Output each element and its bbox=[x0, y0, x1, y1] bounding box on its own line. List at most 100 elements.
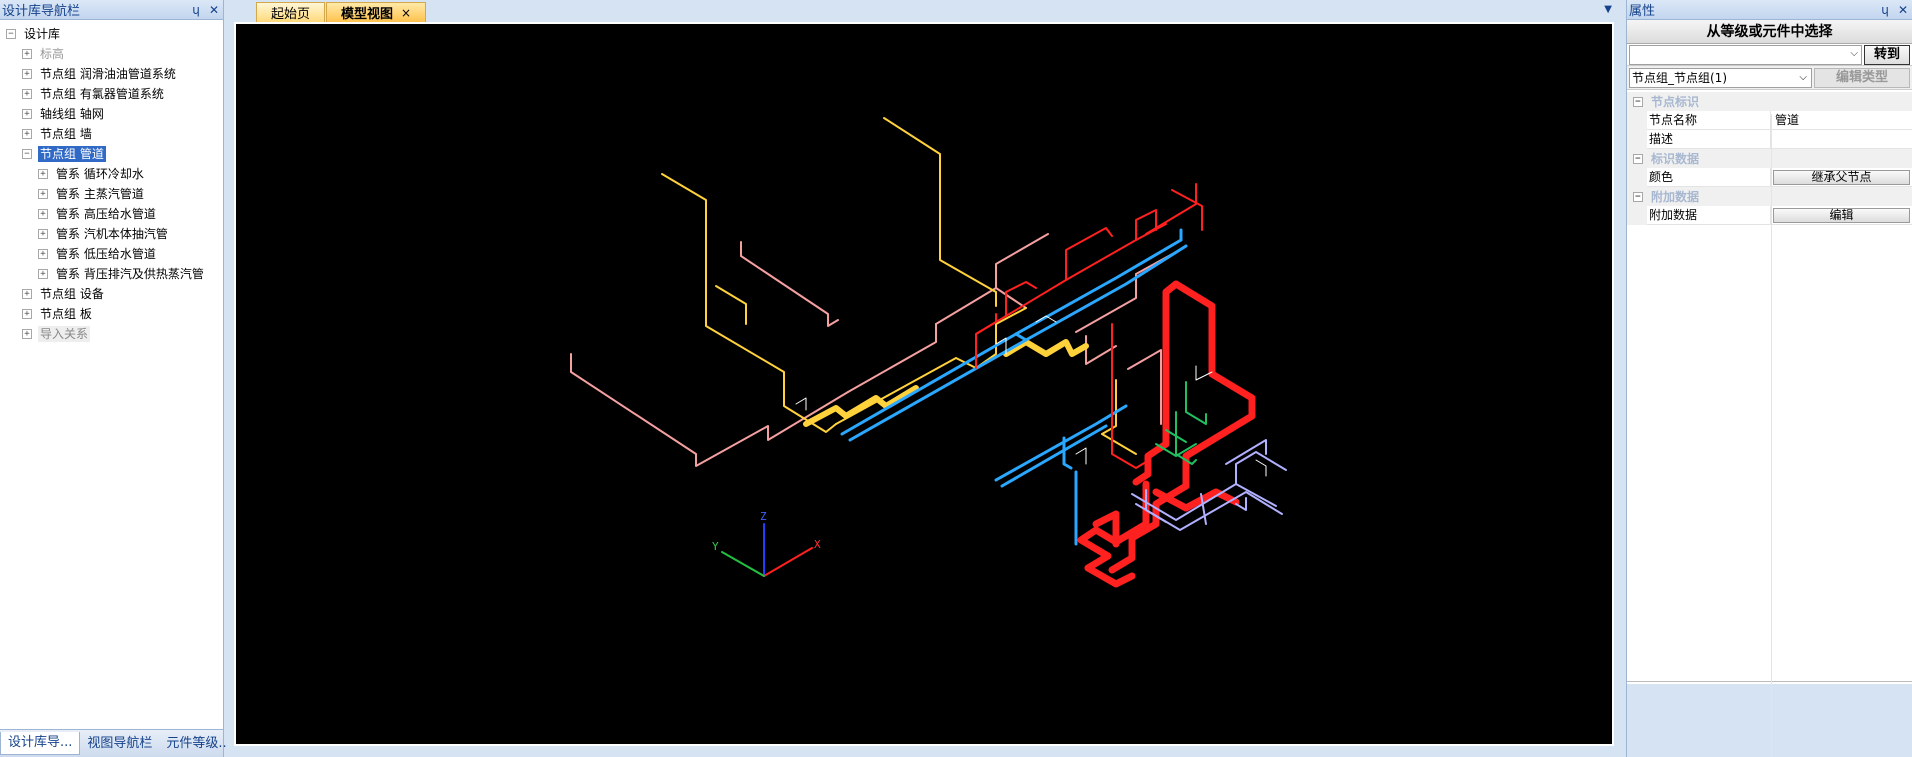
expand-icon[interactable]: + bbox=[22, 289, 32, 299]
property-row-gutter bbox=[1627, 129, 1647, 149]
tree-item[interactable]: + 节点组 设备 bbox=[0, 284, 223, 304]
type-selector[interactable]: 节点组_节点组(1) ⌵ bbox=[1629, 67, 1812, 88]
expand-icon[interactable]: + bbox=[22, 329, 32, 339]
tree-item[interactable]: + 标高 bbox=[0, 44, 223, 64]
property-row: 颜色 继承父节点 bbox=[1627, 167, 1912, 187]
property-description-area bbox=[1627, 684, 1912, 757]
expand-icon[interactable]: + bbox=[22, 49, 32, 59]
edit-type-button[interactable]: 编辑类型 bbox=[1814, 67, 1910, 88]
low-pressure-feed-pipes bbox=[840, 228, 1188, 546]
tree-item-label: 节点组 管道 bbox=[38, 146, 106, 162]
tree-item[interactable]: + 导入关系 bbox=[0, 324, 223, 344]
chevron-down-icon: ⌵ bbox=[1850, 47, 1858, 59]
tree-item[interactable]: + 管系 汽机本体抽汽管 bbox=[0, 224, 223, 244]
tree-item[interactable]: + 管系 高压给水管道 bbox=[0, 204, 223, 224]
close-icon[interactable]: ✕ bbox=[1894, 3, 1912, 17]
expand-icon[interactable]: + bbox=[38, 269, 48, 279]
tree-item[interactable]: + 节点组 板 bbox=[0, 304, 223, 324]
element-combo[interactable]: ⌵ bbox=[1629, 44, 1862, 65]
tree-item[interactable]: + 节点组 润滑油油管道系统 bbox=[0, 64, 223, 84]
pin-icon[interactable]: ɥ bbox=[187, 3, 205, 17]
high-pressure-feed-thick bbox=[803, 339, 1089, 427]
property-value-button[interactable]: 编辑 bbox=[1773, 207, 1910, 223]
property-category-label: 节点标识 bbox=[1651, 95, 1700, 109]
property-row-gutter bbox=[1627, 205, 1647, 225]
navigator-tab[interactable]: 视图导航栏 bbox=[80, 733, 159, 755]
tree-item-label: 设计库 bbox=[24, 27, 61, 41]
collapse-icon[interactable]: − bbox=[22, 149, 32, 159]
tree-item[interactable]: − 节点组 管道 bbox=[0, 144, 223, 164]
property-row-gutter bbox=[1627, 110, 1647, 130]
tree-item-label: 管系 背压排汽及供热蒸汽管 bbox=[56, 267, 204, 281]
property-value[interactable]: 管道 bbox=[1771, 111, 1912, 130]
tree-item-label: 管系 低压给水管道 bbox=[56, 247, 156, 261]
tree-item[interactable]: + 管系 主蒸汽管道 bbox=[0, 184, 223, 204]
type-row: 节点组_节点组(1) ⌵ 编辑类型 bbox=[1627, 66, 1912, 90]
chevron-down-icon[interactable]: ▼ bbox=[1604, 4, 1612, 15]
expand-icon[interactable]: + bbox=[38, 169, 48, 179]
tree-item[interactable]: + 节点组 墙 bbox=[0, 124, 223, 144]
main-steam-thick bbox=[1077, 280, 1256, 588]
collapse-icon[interactable]: − bbox=[1633, 191, 1643, 202]
tree-item-label: 节点组 润滑油油管道系统 bbox=[40, 67, 176, 81]
property-name: 描述 bbox=[1647, 129, 1771, 149]
expand-icon[interactable]: + bbox=[38, 249, 48, 259]
close-icon[interactable]: ✕ bbox=[205, 3, 223, 17]
property-row-gutter bbox=[1627, 167, 1647, 187]
tree-item[interactable]: + 轴线组 轴网 bbox=[0, 104, 223, 124]
expand-icon[interactable]: + bbox=[22, 109, 32, 119]
property-value-button[interactable]: 继承父节点 bbox=[1773, 169, 1910, 185]
properties-header: 属性 ɥ ✕ bbox=[1627, 0, 1912, 20]
tree-item-label: 导入关系 bbox=[38, 326, 91, 342]
expand-icon[interactable]: + bbox=[38, 209, 48, 219]
navigator-bottom-tabs: 设计库导... 视图导航栏 元件等级... bbox=[0, 729, 231, 757]
property-category[interactable]: − 节点标识 bbox=[1627, 92, 1912, 111]
document-tabs: 起始页 模型视图 × bbox=[226, 0, 1620, 22]
expand-icon[interactable]: + bbox=[22, 89, 32, 99]
expand-icon[interactable]: + bbox=[22, 69, 32, 79]
property-name: 颜色 bbox=[1647, 167, 1771, 187]
tree-item-label: 管系 主蒸汽管道 bbox=[56, 187, 144, 201]
property-name: 附加数据 bbox=[1647, 205, 1771, 225]
tree-item[interactable]: + 管系 背压排汽及供热蒸汽管 bbox=[0, 264, 223, 284]
collapse-icon[interactable]: − bbox=[1633, 153, 1643, 164]
navigator-tab[interactable]: 设计库导... bbox=[0, 732, 81, 755]
axis-label-y: Y bbox=[712, 540, 719, 553]
document-tab[interactable]: 起始页 bbox=[256, 2, 326, 22]
tree-item-label: 节点组 有氯器管道系统 bbox=[40, 87, 164, 101]
model-viewport[interactable]: Z X Y bbox=[234, 22, 1614, 746]
axis-label-x: X bbox=[814, 538, 821, 551]
expand-icon[interactable]: + bbox=[22, 309, 32, 319]
chevron-down-icon: ⌵ bbox=[1799, 71, 1807, 83]
collapse-icon[interactable]: − bbox=[6, 29, 16, 39]
tree-item-label: 管系 循环冷却水 bbox=[56, 167, 144, 181]
properties-panel: 属性 ɥ ✕ 从等级或元件中选择 ⌵ 转到 节点组_节点组(1) ⌵ 编辑类型 −… bbox=[1626, 0, 1912, 757]
document-tab-label: 模型视图 bbox=[341, 7, 394, 22]
document-tab[interactable]: 模型视图 × bbox=[326, 2, 427, 22]
tree-item[interactable]: + 管系 低压给水管道 bbox=[0, 244, 223, 264]
expand-icon[interactable]: + bbox=[22, 129, 32, 139]
tree-item[interactable]: + 节点组 有氯器管道系统 bbox=[0, 84, 223, 104]
expand-icon[interactable]: + bbox=[38, 229, 48, 239]
property-category-label: 附加数据 bbox=[1651, 190, 1700, 204]
type-value: 节点组_节点组(1) bbox=[1632, 70, 1727, 85]
property-category[interactable]: − 附加数据 bbox=[1627, 187, 1912, 206]
tree-item[interactable]: + 管系 循环冷却水 bbox=[0, 164, 223, 184]
tree-item-label: 标高 bbox=[40, 47, 65, 61]
expand-icon[interactable]: + bbox=[38, 189, 48, 199]
tree-item-label: 管系 汽机本体抽汽管 bbox=[56, 227, 168, 241]
tree-item-label: 节点组 设备 bbox=[40, 287, 104, 301]
goto-button[interactable]: 转到 bbox=[1864, 44, 1910, 65]
close-icon[interactable]: × bbox=[401, 6, 411, 20]
tree-item-label: 管系 高压给水管道 bbox=[56, 207, 156, 221]
goto-row: ⌵ 转到 bbox=[1627, 44, 1912, 66]
collapse-icon[interactable]: − bbox=[1633, 96, 1643, 107]
tree-item-label: 轴线组 轴网 bbox=[40, 107, 104, 121]
property-category-label: 标识数据 bbox=[1651, 152, 1700, 166]
app-window: 设计库导航栏 ɥ ✕ − 设计库 + 标高 + 节点组 润滑油油管道系统 + 节点组 有氯器管… bbox=[0, 0, 1912, 757]
tree-item[interactable]: − 设计库 bbox=[0, 24, 223, 44]
axis-label-z: Z bbox=[760, 510, 767, 523]
pin-icon[interactable]: ɥ bbox=[1876, 3, 1894, 17]
property-category[interactable]: − 标识数据 bbox=[1627, 149, 1912, 168]
tree-item-label: 节点组 板 bbox=[40, 307, 92, 321]
